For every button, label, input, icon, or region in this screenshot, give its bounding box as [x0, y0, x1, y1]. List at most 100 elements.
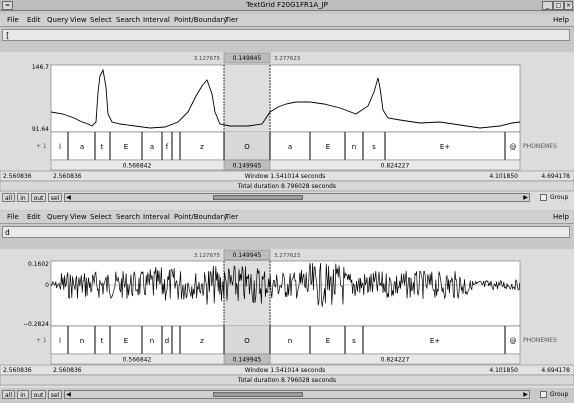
- menu-bar-2: File Edit Query View Select Search Inter…: [0, 211, 574, 224]
- minimize-icon[interactable]: _: [542, 1, 553, 10]
- menu-search[interactable]: Search: [116, 14, 140, 26]
- scroll-thumb[interactable]: [213, 195, 303, 200]
- scroll-thumb[interactable]: [213, 392, 303, 397]
- window-start[interactable]: 2.560836: [53, 173, 82, 180]
- menu-point-boundary[interactable]: Point/Boundary: [174, 211, 227, 223]
- selection-highlight[interactable]: [224, 261, 270, 326]
- scroll-left-icon[interactable]: ◀: [65, 391, 72, 398]
- sel-right-label: 3.277623: [274, 253, 301, 259]
- maximize-icon[interactable]: □: [553, 1, 564, 10]
- time-start[interactable]: 2.560836: [3, 367, 32, 374]
- phoneme-label[interactable]: s: [352, 337, 356, 345]
- phoneme-label[interactable]: z: [200, 143, 204, 151]
- tier-name: PHONEMES: [523, 337, 557, 344]
- group-checkbox[interactable]: [540, 391, 547, 398]
- time-end[interactable]: 4.694178: [541, 173, 570, 180]
- menu-help[interactable]: Help: [553, 211, 569, 223]
- dur-right[interactable]: 0.824227: [381, 357, 410, 364]
- group-checkbox[interactable]: [540, 194, 547, 201]
- dur-right[interactable]: 0.824227: [381, 163, 410, 170]
- menu-help[interactable]: Help: [553, 14, 569, 26]
- total-duration[interactable]: Total duration 8.796028 seconds: [237, 183, 336, 190]
- window-end[interactable]: 4.101850: [489, 367, 518, 374]
- phoneme-label[interactable]: s: [372, 143, 376, 151]
- dur-left[interactable]: 0.566842: [123, 163, 152, 170]
- phoneme-label[interactable]: a: [80, 143, 84, 151]
- phoneme-label[interactable]: d: [165, 337, 169, 345]
- phoneme-label[interactable]: E: [326, 143, 330, 151]
- menu-select[interactable]: Select: [90, 211, 112, 223]
- phoneme-label[interactable]: l: [59, 337, 61, 345]
- menu-edit[interactable]: Edit: [27, 211, 41, 223]
- phoneme-label[interactable]: O: [244, 143, 250, 151]
- window-start[interactable]: 2.560836: [53, 367, 82, 374]
- menu-query[interactable]: Query: [47, 211, 68, 223]
- phoneme-label[interactable]: O: [244, 337, 250, 345]
- phoneme-label[interactable]: @: [510, 143, 517, 151]
- text-input[interactable]: [: [2, 29, 570, 41]
- scroll-right-icon[interactable]: ▶: [522, 391, 529, 398]
- phoneme-label[interactable]: E: [326, 337, 330, 345]
- phoneme-label[interactable]: E: [124, 143, 128, 151]
- menu-interval[interactable]: Interval: [143, 14, 170, 26]
- time-start[interactable]: 2.560836: [3, 173, 32, 180]
- phoneme-label[interactable]: a: [150, 143, 154, 151]
- zoom-out-button[interactable]: out: [31, 193, 46, 202]
- time-scrollbar[interactable]: ◀ ▶: [64, 390, 530, 399]
- total-duration[interactable]: Total duration 8.796028 seconds: [237, 377, 336, 384]
- menu-view[interactable]: View: [70, 211, 87, 223]
- dur-left[interactable]: 0.566842: [123, 357, 152, 364]
- menu-view[interactable]: View: [70, 14, 87, 26]
- title-bar[interactable]: = TextGrid F20G1FR1A_JP _ □ ×: [0, 0, 574, 11]
- menu-point-boundary[interactable]: Point/Boundary: [174, 14, 227, 26]
- axis-zero-label: 0: [45, 282, 49, 289]
- phoneme-label[interactable]: n: [288, 337, 292, 345]
- phoneme-label[interactable]: t: [101, 143, 104, 151]
- menu-tier[interactable]: Tier: [225, 211, 238, 223]
- time-end[interactable]: 4.694178: [541, 367, 570, 374]
- phoneme-label[interactable]: @: [510, 337, 517, 345]
- scroll-right-icon[interactable]: ▶: [522, 194, 529, 201]
- phoneme-label[interactable]: E+: [440, 143, 450, 151]
- zoom-in-button[interactable]: in: [17, 390, 29, 399]
- dur-selected[interactable]: 0.149945: [233, 357, 262, 364]
- tier-name: PHONEMES: [523, 143, 557, 150]
- dur-selected[interactable]: 0.149945: [233, 163, 262, 170]
- menu-edit[interactable]: Edit: [27, 14, 41, 26]
- phoneme-label[interactable]: n: [352, 143, 356, 151]
- phoneme-label[interactable]: E: [124, 337, 128, 345]
- phoneme-label[interactable]: n: [80, 337, 84, 345]
- zoom-all-button[interactable]: all: [2, 390, 15, 399]
- phoneme-label[interactable]: n: [150, 337, 154, 345]
- zoom-out-button[interactable]: out: [31, 390, 46, 399]
- menu-select[interactable]: Select: [90, 14, 112, 26]
- phoneme-label[interactable]: z: [200, 337, 204, 345]
- window-duration[interactable]: Window 1.541014 seconds: [245, 173, 326, 180]
- zoom-all-button[interactable]: all: [2, 193, 15, 202]
- menu-bar: File Edit Query View Select Search Inter…: [0, 14, 574, 27]
- sel-duration-label: 0.149945: [233, 252, 262, 259]
- menu-file[interactable]: File: [7, 14, 19, 26]
- zoom-sel-button[interactable]: sel: [48, 193, 62, 202]
- pitch-area[interactable]: [50, 64, 521, 133]
- phoneme-label[interactable]: t: [101, 337, 104, 345]
- phoneme-label[interactable]: E+: [430, 337, 440, 345]
- axis-top-label: 0.1602: [28, 261, 49, 268]
- zoom-sel-button[interactable]: sel: [48, 390, 62, 399]
- menu-search[interactable]: Search: [116, 211, 140, 223]
- phoneme-label[interactable]: l: [59, 143, 61, 151]
- menu-file[interactable]: File: [7, 211, 19, 223]
- phoneme-tier[interactable]: [50, 325, 521, 355]
- phoneme-label[interactable]: a: [288, 143, 292, 151]
- close-icon[interactable]: ×: [564, 1, 573, 10]
- window-duration[interactable]: Window 1.541014 seconds: [245, 367, 326, 374]
- text-input-2[interactable]: d: [2, 226, 570, 238]
- zoom-in-button[interactable]: in: [17, 193, 29, 202]
- menu-tier[interactable]: Tier: [225, 14, 238, 26]
- window-end[interactable]: 4.101850: [489, 173, 518, 180]
- sel-left-label: 3.127675: [194, 253, 221, 259]
- time-scrollbar[interactable]: ◀ ▶: [64, 193, 530, 202]
- menu-interval[interactable]: Interval: [143, 211, 170, 223]
- menu-query[interactable]: Query: [47, 14, 68, 26]
- scroll-left-icon[interactable]: ◀: [65, 194, 72, 201]
